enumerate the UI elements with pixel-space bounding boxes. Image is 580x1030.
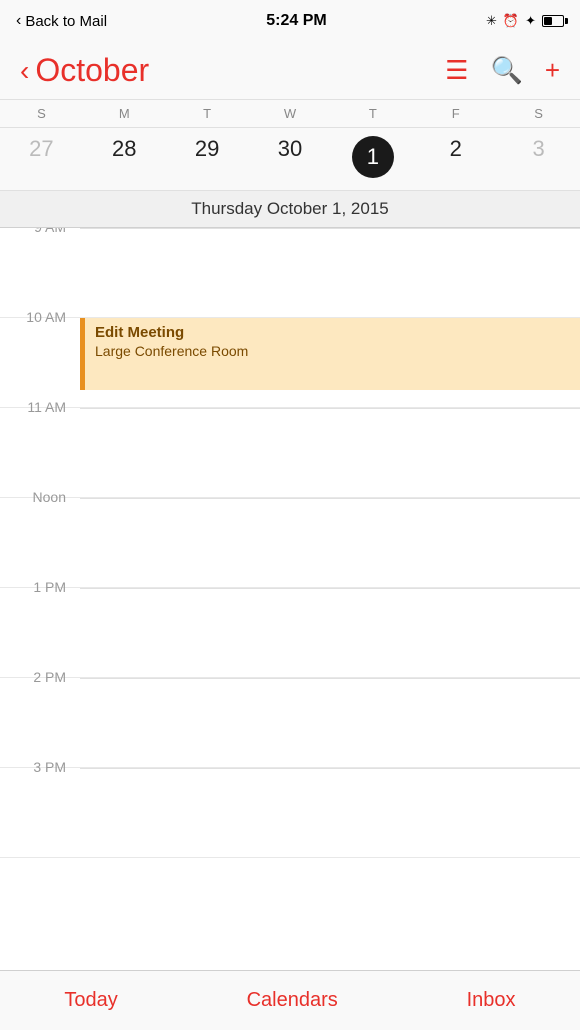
time-slot-11am: 11 AM	[0, 408, 580, 498]
time-label-9am: 9 AM	[0, 228, 80, 234]
dow-tue: T	[166, 104, 249, 123]
time-label-noon: Noon	[0, 490, 80, 504]
activity-icon: ✳	[486, 13, 497, 29]
dow-sat: S	[497, 104, 580, 123]
selected-date-label: Thursday October 1, 2015	[0, 191, 580, 228]
time-area-noon	[80, 498, 580, 587]
time-label-1pm: 1 PM	[0, 580, 80, 594]
add-icon[interactable]: +	[545, 55, 560, 86]
date-2[interactable]: 2	[414, 132, 497, 182]
dow-fri: F	[414, 104, 497, 123]
dow-wed: W	[249, 104, 332, 123]
date-3[interactable]: 3	[497, 132, 580, 182]
time-label-2pm: 2 PM	[0, 670, 80, 684]
time-label-3pm: 3 PM	[0, 760, 80, 774]
dow-sun: S	[0, 104, 83, 123]
time-slot-3pm: 3 PM	[0, 768, 580, 858]
dow-mon: M	[83, 104, 166, 123]
time-area-2pm	[80, 678, 580, 767]
time-area-3pm	[80, 768, 580, 857]
date-1-today[interactable]: 1	[331, 132, 414, 182]
search-icon[interactable]: 🔍	[490, 55, 522, 86]
date-29[interactable]: 29	[166, 132, 249, 182]
status-icons: ✳ ⏰ ✦	[486, 13, 564, 29]
days-of-week-row: S M T W T F S	[0, 100, 580, 128]
time-area-11am	[80, 408, 580, 497]
month-title: October	[35, 52, 149, 89]
time-area-9am	[80, 228, 580, 317]
date-30[interactable]: 30	[249, 132, 332, 182]
time-slot-1pm: 1 PM	[0, 588, 580, 678]
header-actions: ☰ 🔍 +	[445, 55, 560, 86]
time-label-11am: 11 AM	[0, 400, 80, 414]
tab-bar: Today Calendars Inbox	[0, 970, 580, 1030]
tab-today[interactable]: Today	[64, 989, 117, 1012]
event-title: Edit Meeting	[95, 324, 570, 341]
event-edit-meeting[interactable]: Edit Meeting Large Conference Room	[80, 318, 580, 390]
time-area-1pm	[80, 588, 580, 677]
back-chevron-icon: ‹	[16, 12, 21, 30]
month-nav[interactable]: ‹ October	[20, 52, 149, 89]
event-location: Large Conference Room	[95, 343, 570, 359]
alarm-icon: ⏰	[503, 13, 519, 29]
time-slot-9am: 9 AM	[0, 228, 580, 318]
dow-thu: T	[331, 104, 414, 123]
time-slot-noon: Noon	[0, 498, 580, 588]
time-label-10am: 10 AM	[0, 310, 80, 324]
time-slot-2pm: 2 PM	[0, 678, 580, 768]
status-time: 5:24 PM	[266, 12, 326, 30]
battery-icon	[542, 15, 564, 27]
status-bar: ‹ Back to Mail 5:24 PM ✳ ⏰ ✦	[0, 0, 580, 42]
date-28[interactable]: 28	[83, 132, 166, 182]
timeline: 9 AM 10 AM Edit Meeting Large Conference…	[0, 228, 580, 964]
date-row: 27 28 29 30 1 2 3	[0, 128, 580, 191]
calendar-header: ‹ October ☰ 🔍 +	[0, 42, 580, 100]
date-27[interactable]: 27	[0, 132, 83, 182]
back-to-mail[interactable]: ‹ Back to Mail	[16, 12, 107, 30]
tab-inbox[interactable]: Inbox	[467, 989, 516, 1012]
back-label: Back to Mail	[25, 13, 107, 30]
time-slot-10am: 10 AM Edit Meeting Large Conference Room	[0, 318, 580, 408]
today-circle: 1	[352, 136, 394, 178]
time-area-10am: Edit Meeting Large Conference Room	[80, 318, 580, 407]
prev-month-chevron-icon[interactable]: ‹	[20, 55, 29, 87]
bluetooth-icon: ✦	[525, 13, 536, 29]
tab-calendars[interactable]: Calendars	[247, 989, 338, 1012]
list-icon[interactable]: ☰	[445, 55, 468, 86]
